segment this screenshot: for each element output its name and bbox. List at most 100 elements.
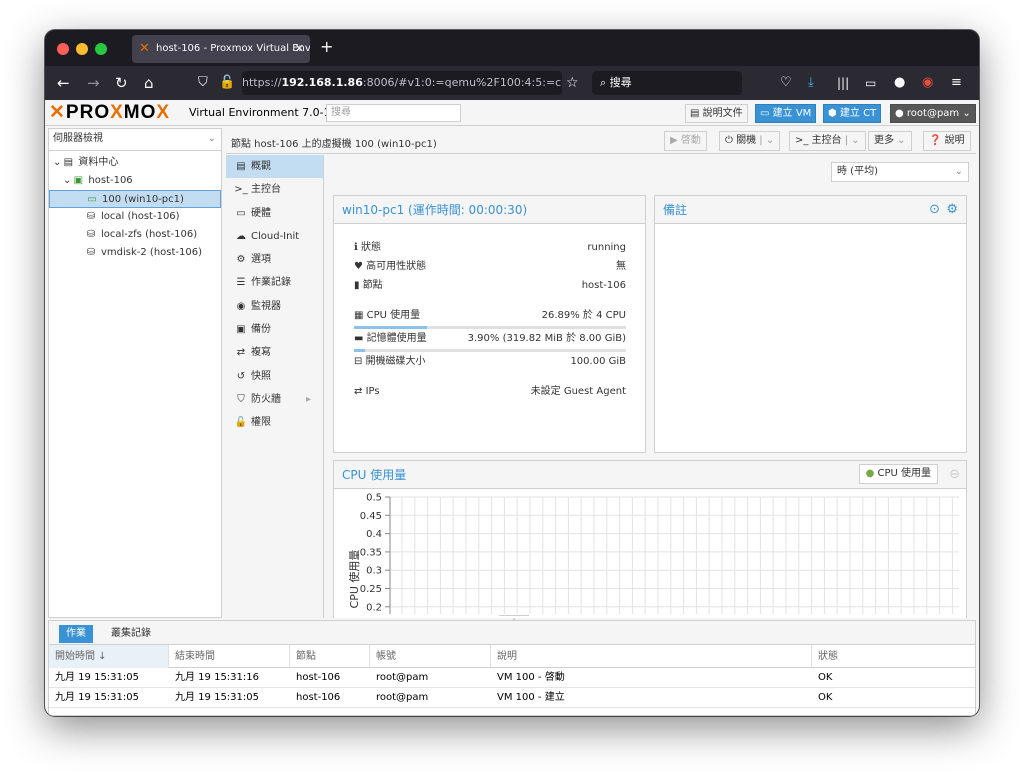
tab-close-icon[interactable]: ✕ (295, 35, 304, 63)
pve-search-input[interactable]: 搜尋 (326, 104, 461, 122)
lock-warning-icon[interactable]: 🔓 (219, 73, 235, 93)
create-vm-button[interactable]: ▭ 建立 VM (755, 104, 817, 123)
chart-plot-area (390, 497, 959, 614)
column-user[interactable]: 帳號 (370, 645, 491, 668)
subnav-item-hardware[interactable]: ▭ 硬體 (226, 202, 323, 225)
gear-icon: ⚙ (236, 254, 246, 266)
more-button[interactable]: 更多 ⌄ (868, 131, 912, 151)
extension-badge-icon[interactable]: ◉ (922, 73, 933, 93)
tree-item-storage-local-zfs[interactable]: ⛁ local-zfs (host-106) (49, 226, 221, 244)
cpu-chart-panel: CPU 使用量 ● CPU 使用量 ⊖ 0.5 0.45 0.4 0.35 0.3 0.2… (333, 460, 967, 618)
column-end-time[interactable]: 結束時間 (169, 645, 290, 668)
undo-zoom-icon[interactable]: ⊖ (949, 461, 960, 489)
cpu-row: ▦ CPU 使用量 26.89% 於 4 CPU (354, 309, 626, 323)
tracking-shield-icon[interactable]: ⛉ (198, 73, 208, 93)
tab-tasks[interactable]: 作業 (59, 625, 93, 643)
minimize-window-button[interactable] (76, 43, 88, 55)
y-tick-label: 0.2 (366, 602, 382, 613)
column-status[interactable]: 狀態 (812, 645, 975, 668)
subnav-item-cloud-init[interactable]: ☁ Cloud-Init (226, 225, 323, 248)
edit-notes-icon[interactable]: ⊙ (929, 196, 940, 224)
menu-icon[interactable]: ≡ (951, 73, 962, 93)
create-ct-button[interactable]: ⬢ 建立 CT (823, 104, 882, 123)
browser-tab[interactable]: ✕ host-106 - Proxmox Virtual Envi ✕ (132, 35, 310, 63)
status-panel-title: win10-pc1 (運作時間: 00:00:30) (334, 196, 645, 224)
maximize-window-button[interactable] (95, 43, 107, 55)
notes-panel: 備註 ⊙ ⚙ (654, 195, 967, 453)
subnav-item-replication[interactable]: ⇄ 複寫 (226, 341, 323, 364)
console-button[interactable]: >_ 主控台 | ⌄ (789, 131, 866, 151)
y-tick-label: 0.5 (366, 493, 382, 504)
row-start-time: 九月 19 15:31:05 (55, 692, 139, 703)
ips-row: ⇄ IPs 未設定 Guest Agent (354, 385, 626, 399)
status-panel: win10-pc1 (運作時間: 00:00:30) ℹ 狀態 running … (333, 195, 646, 453)
sidebar-icon[interactable]: ▭ (865, 73, 876, 93)
tree-item-label: local (host-106) (101, 211, 180, 222)
subnav-item-backup[interactable]: ▣ 備份 (226, 318, 323, 341)
docs-button-label: 說明文件 (702, 108, 743, 119)
docs-button[interactable]: ▤ 說明文件 (685, 104, 748, 123)
cpu-legend-label: CPU 使用量 (877, 468, 931, 479)
subnav-item-options[interactable]: ⚙ 選項 (226, 248, 323, 271)
column-start-time[interactable]: 開始時間 ↓ (49, 645, 169, 668)
subnav-item-snapshots[interactable]: ↺ 快照 (226, 365, 323, 388)
tree-item-vm-100[interactable]: ▭ 100 (win10-pc1) (49, 190, 221, 208)
tree-item-datacenter[interactable]: ⌄ ▤ 資料中心 (49, 154, 221, 172)
shutdown-button[interactable]: ⏻ 關機 | ⌄ (719, 131, 781, 151)
vm-running-icon: ▭ (87, 194, 97, 205)
forward-icon[interactable]: → (87, 73, 100, 93)
library-icon[interactable]: ||| (837, 73, 849, 93)
collapse-arrow-icon: ⌄ (63, 175, 72, 186)
help-button[interactable]: ❓ 說明 (923, 131, 971, 151)
user-menu-button[interactable]: ● root@pam ⌄ (890, 104, 976, 123)
url-bar[interactable]: https://192.168.1.86:8006/#v1:0:=qemu%2F… (242, 71, 562, 95)
back-icon[interactable]: ← (57, 73, 70, 93)
view-selector[interactable]: 伺服器檢視 ⌄ (49, 129, 221, 151)
summary-area: 時 (平均) ⌄ win10-pc1 (運作時間: 00:00:30) ℹ 狀態… (325, 155, 976, 618)
subnav-item-permissions[interactable]: 🔓 權限 (226, 411, 323, 434)
table-row[interactable]: 九月 19 15:31:05 九月 19 15:31:05 host-106 r… (49, 688, 975, 708)
table-row[interactable]: 九月 19 15:31:05 九月 19 15:31:16 host-106 r… (49, 668, 975, 688)
subnav-item-firewall[interactable]: ⛉ 防火牆 ▸ (226, 388, 323, 411)
status-row: ℹ 狀態 running (354, 241, 626, 255)
row-user: root@pam (376, 692, 429, 703)
reload-icon[interactable]: ↻ (115, 73, 128, 93)
extension-icon[interactable]: ● (894, 73, 905, 93)
bookmark-star-icon[interactable]: ☆ (566, 73, 579, 93)
pocket-icon[interactable]: ♡ (780, 73, 792, 93)
cpu-legend-toggle[interactable]: ● CPU 使用量 (858, 464, 938, 484)
gear-icon[interactable]: ⚙ (946, 196, 958, 224)
browser-search-input[interactable]: ⌕ 搜尋 (592, 71, 742, 95)
timeframe-select[interactable]: 時 (平均) ⌄ (831, 162, 969, 182)
tasks-tab-bar: 作業 叢集記錄 (49, 621, 975, 645)
node-row: ▮ 節點 host-106 (354, 279, 626, 293)
chevron-down-icon: ⌄ (954, 166, 963, 177)
start-button[interactable]: ▶ 啓動 (664, 131, 707, 151)
cpu-chart: 0.5 0.45 0.4 0.35 0.3 0.25 0.2 CPU 使用量 (334, 489, 959, 614)
subnav-label: 防火牆 (251, 393, 281, 405)
memory-icon: ▬ (354, 333, 367, 344)
subnav-item-task-history[interactable]: ☰ 作業記錄 (226, 271, 323, 294)
url-path: :8006/#v1:0:=qemu%2F100:4:5:=content (362, 76, 562, 89)
tree-item-storage-local[interactable]: ⛁ local (host-106) (49, 208, 221, 226)
y-axis-label: CPU 使用量 (348, 550, 361, 609)
column-description[interactable]: 說明 (491, 645, 812, 668)
y-tick-label: 0.4 (366, 529, 382, 540)
subnav-item-console[interactable]: >_ 主控台 (226, 178, 323, 201)
new-tab-button[interactable]: + (320, 37, 333, 56)
home-icon[interactable]: ⌂ (144, 73, 154, 93)
tab-bar: ✕ host-106 - Proxmox Virtual Envi ✕ + (45, 30, 979, 66)
subnav-item-summary[interactable]: ▤ 概觀 (226, 155, 323, 179)
column-node[interactable]: 節點 (290, 645, 370, 668)
tree-item-host[interactable]: ⌄ ▣ host-106 (49, 172, 221, 190)
start-button-label: 啓動 (680, 135, 701, 146)
tab-cluster-log[interactable]: 叢集記錄 (104, 625, 158, 643)
close-window-button[interactable] (57, 43, 69, 55)
memory-value: 3.90% (319.82 MiB 於 8.00 GiB) (467, 333, 626, 344)
chevron-down-icon: | ⌄ (756, 135, 775, 146)
eye-icon: ◉ (236, 300, 246, 312)
subnav-item-monitor[interactable]: ◉ 監視器 (226, 295, 323, 318)
subnav-label: 選項 (251, 254, 271, 266)
tree-item-storage-vmdisk-2[interactable]: ⛁ vmdisk-2 (host-106) (49, 244, 221, 262)
downloads-icon[interactable]: ⤓ (808, 73, 814, 93)
